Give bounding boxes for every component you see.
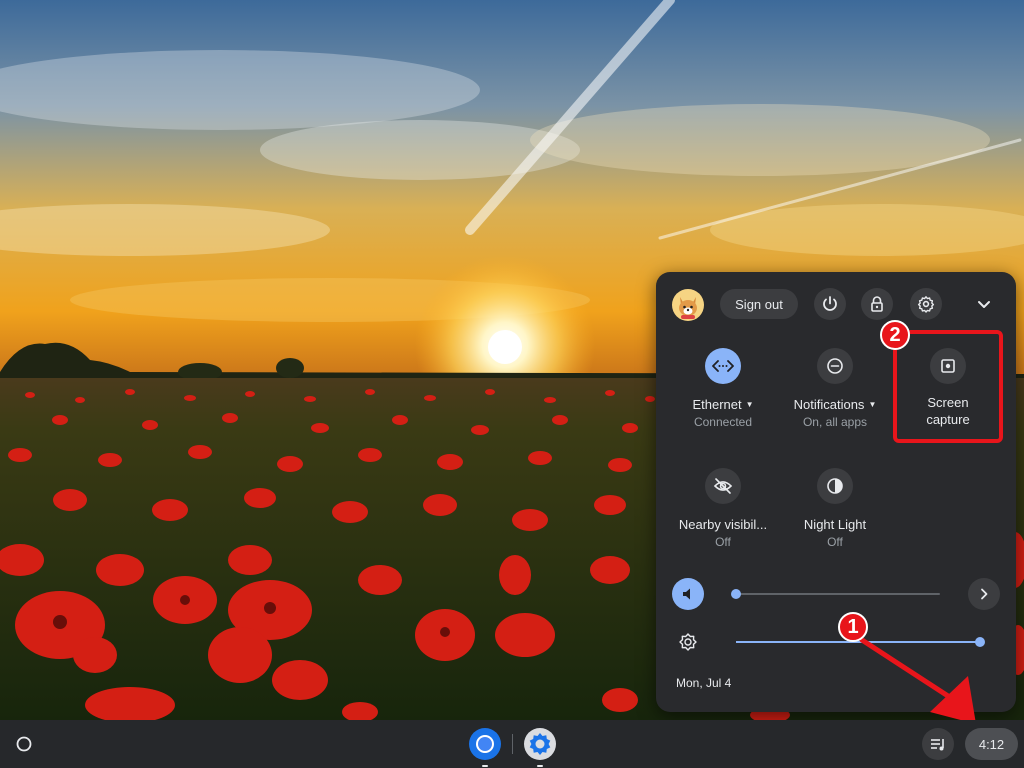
settings-app[interactable] — [523, 727, 557, 767]
chrome-icon — [469, 728, 501, 760]
settings-running-indicator — [537, 765, 543, 767]
media-controls-icon — [931, 739, 944, 751]
shelf-separator — [512, 734, 513, 754]
status-area-clock[interactable]: 4:12 — [965, 728, 1018, 760]
chrome-running-indicator — [482, 765, 488, 767]
media-controls-button[interactable] — [922, 728, 954, 760]
shelf: 4:12 — [0, 720, 1024, 768]
annotation-arrow — [859, 637, 976, 724]
chrome-app[interactable] — [468, 727, 502, 767]
step-1-badge: 1 — [838, 612, 868, 642]
launcher-button[interactable] — [8, 728, 40, 760]
settings-app-icon — [524, 728, 556, 760]
launcher-icon — [16, 736, 32, 752]
